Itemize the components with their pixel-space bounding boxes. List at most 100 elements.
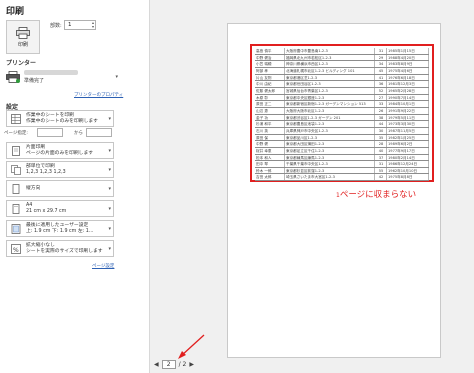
table-cell: 高島 慎平: [255, 48, 285, 54]
next-page-icon[interactable]: ▶: [189, 361, 194, 368]
table-cell: 28: [375, 141, 387, 147]
table-cell: 31: [375, 48, 387, 54]
table-cell: 1977年9月17日: [387, 147, 429, 154]
table-cell: 33: [375, 101, 387, 107]
table-cell: 大阪府大阪市北区1-2-3: [285, 107, 375, 114]
table-row: 片山 友則 東京都港区芝1-2-3 41 1976年6月18日: [255, 74, 429, 82]
table-cell: 原田 正二: [255, 101, 285, 107]
table-cell: 木原 彰: [255, 94, 285, 101]
printer-properties-link[interactable]: プリンターのプロパティ: [74, 92, 123, 98]
scaling-dropdown[interactable]: % 拡大縮小なし シートを実際のサイズで印刷します ▾: [6, 240, 114, 257]
table-cell: 杉浦 和平: [255, 121, 285, 127]
table-cell: 1987年11月5日: [387, 127, 429, 134]
red-arrow-icon: [178, 334, 205, 359]
chevron-down-icon: ▾: [108, 115, 111, 122]
table-cell: 1973年3月30日: [387, 121, 429, 127]
table-cell: 中川 由紀: [255, 81, 285, 87]
annotation-text: ページに収まらない: [339, 190, 417, 200]
table-row: 杉浦 和平 東京都豊島区池袋1-2-3 44 1973年3月30日: [255, 121, 429, 128]
page-setup-link[interactable]: ページ設定: [92, 263, 114, 269]
table-cell: 片山 友則: [255, 74, 285, 81]
chevron-down-icon: ▾: [108, 205, 111, 212]
table-cell: 福岡県北九州市若松区1-2-3: [285, 54, 375, 61]
print-button[interactable]: 印刷: [6, 20, 40, 54]
table-cell: 中野 健治: [255, 54, 285, 61]
table-cell: 36: [375, 81, 387, 87]
page-title: 印刷: [6, 7, 25, 17]
collate-dropdown[interactable]: 部単位で印刷 1,2,3 1,2,3 1,2,3 ▾: [6, 161, 114, 178]
margins-dropdown[interactable]: 最後に適用したユーザー設定 上: 1.9 cm 下: 1.9 cm 左: 1..…: [6, 220, 114, 237]
table-cell: 1965年2月28日: [387, 87, 429, 94]
copies-input[interactable]: 1 ▴ ▾: [64, 20, 96, 30]
table-cell: 31: [375, 161, 387, 167]
total-pages: / 2: [178, 361, 187, 368]
table-cell: 東京都練馬区練馬1-2-3: [285, 154, 375, 161]
dropdown-line2: 上: 1.9 cm 下: 1.9 cm 左: 1...: [26, 228, 94, 234]
table-cell: 44: [375, 121, 387, 127]
table-cell: 29: [375, 54, 387, 61]
table-cell: 1983年8月9日: [387, 61, 429, 67]
current-page-input[interactable]: 2: [161, 360, 176, 369]
table-cell: 兵庫県神戸市中央区1-2-3: [285, 127, 375, 134]
dropdown-line2: 21 cm x 29.7 cm: [26, 208, 67, 214]
preview-table-highlight: 高島 慎平 大阪府豊中市豊島南1-2-3 31 1985年1月15日 中野 健治 福岡県北…: [250, 44, 434, 182]
table-row: 中川 由紀 東京都世田谷区1-2-3 36 1981年12月3日: [255, 81, 429, 88]
orientation-dropdown[interactable]: 縦方向 ▾: [6, 180, 114, 197]
table-cell: 1984年10月1日: [387, 101, 429, 107]
table-cell: 東京都渋谷区1-2-3 ガーデン 201: [285, 114, 375, 121]
collate-icon: [10, 164, 21, 175]
table-cell: 1975年4月6日: [387, 67, 429, 74]
table-cell: 神奈川県横浜市西区1-2-3: [285, 61, 375, 67]
table-cell: 1975年8月8日: [387, 174, 429, 181]
table-row: 小笠 瑞穂 神奈川県横浜市西区1-2-3 34 1983年8月9日: [255, 61, 429, 68]
one-sided-icon: [10, 145, 21, 156]
table-cell: 大阪府豊中市豊島南1-2-3: [285, 48, 375, 54]
table-cell: 1981年12月3日: [387, 81, 429, 87]
overflow-annotation: 1ページに収まらない: [336, 188, 416, 200]
table-cell: 1976年6月18日: [387, 74, 429, 81]
table-cell: 桜井 幸恵: [255, 147, 285, 154]
table-row: 桜井 幸恵 東京都足立区千住1-2-3 40 1977年9月17日: [255, 147, 429, 155]
table-cell: 1962年10月10日: [387, 167, 429, 174]
table-cell: 松本 和人: [255, 154, 285, 161]
chevron-down-icon: ▾: [108, 245, 111, 252]
printer-status: 準備完了: [24, 78, 45, 84]
table-row: 金子 功東京都渋谷区1-2-3 ガーデン 201 38 1979年5月11日: [255, 114, 429, 122]
table-row: 田中 琴千葉県千葉市中央区1-2-3 31 1986年12月24日: [255, 161, 429, 168]
table-cell: 41: [375, 74, 387, 81]
page-from-input[interactable]: [37, 128, 63, 137]
table-cell: 田中 琴: [255, 161, 285, 167]
table-cell: 30: [375, 127, 387, 134]
table-cell: 27: [375, 94, 387, 101]
table-cell: 45: [375, 67, 387, 74]
table-row: 中野 健東京都大田区蒲田1-2-3 28 1989年6月2日: [255, 141, 429, 148]
table-row: 石川 英兵庫県神戸市中央区1-2-3 30 1987年11月5日: [255, 127, 429, 135]
copies-spinner-icon[interactable]: ▴ ▾: [92, 21, 94, 29]
print-what-dropdown[interactable]: 作業中のシートを印刷 作業中のシートのみを印刷します ▾: [6, 110, 114, 127]
previous-page-icon[interactable]: ◀: [154, 361, 159, 368]
table-cell: 東京都港区芝1-2-3: [285, 74, 375, 81]
table-cell: 東京都品川区1-2-3: [285, 134, 375, 141]
table-cell: 石川 英: [255, 127, 285, 134]
table-cell: 東京都新宿区新宿1-2-3 ガーデンマンション 513: [285, 101, 375, 107]
paper-size-dropdown[interactable]: A4 21 cm x 29.7 cm ▾: [6, 200, 114, 217]
copies-label: 部数:: [50, 23, 62, 29]
dropdown-line2: ページの片面のみを印刷します: [26, 150, 94, 156]
printer-icon: [16, 26, 30, 39]
printer-select[interactable]: 準備完了 ▾: [6, 66, 120, 88]
printer-name-redacted: [24, 70, 78, 75]
chevron-down-icon: ▾: [115, 74, 118, 80]
sides-dropdown[interactable]: 片面印刷 ページの片面のみを印刷します ▾: [6, 142, 114, 159]
table-cell: 北海道札幌市北区1-2-3 ビルディング 101: [285, 67, 375, 74]
dropdown-line1: 縦方向: [26, 185, 41, 191]
page-to-input[interactable]: [86, 128, 112, 137]
chevron-down-icon: ▾: [108, 185, 111, 192]
table-row: 吉田 太郎 埼玉県さいたま市大宮区1-2-3 42 1975年8月8日: [255, 174, 429, 182]
scaling-icon: %: [10, 243, 21, 254]
table-cell: 埼玉県さいたま市大宮区1-2-3: [285, 174, 375, 181]
print-settings-panel: 印刷 印刷 部数: 1 ▴ ▾ プリンター 準備完了 ▾ プリンターのプロパティ…: [0, 0, 148, 373]
table-cell: 34: [375, 61, 387, 67]
page-navigation: ◀ 2 / 2 ▶: [151, 360, 197, 369]
table-cell: 37: [375, 154, 387, 161]
table-row: 中野 健治 福岡県北九州市若松区1-2-3 29 1988年4月20日: [255, 54, 429, 62]
